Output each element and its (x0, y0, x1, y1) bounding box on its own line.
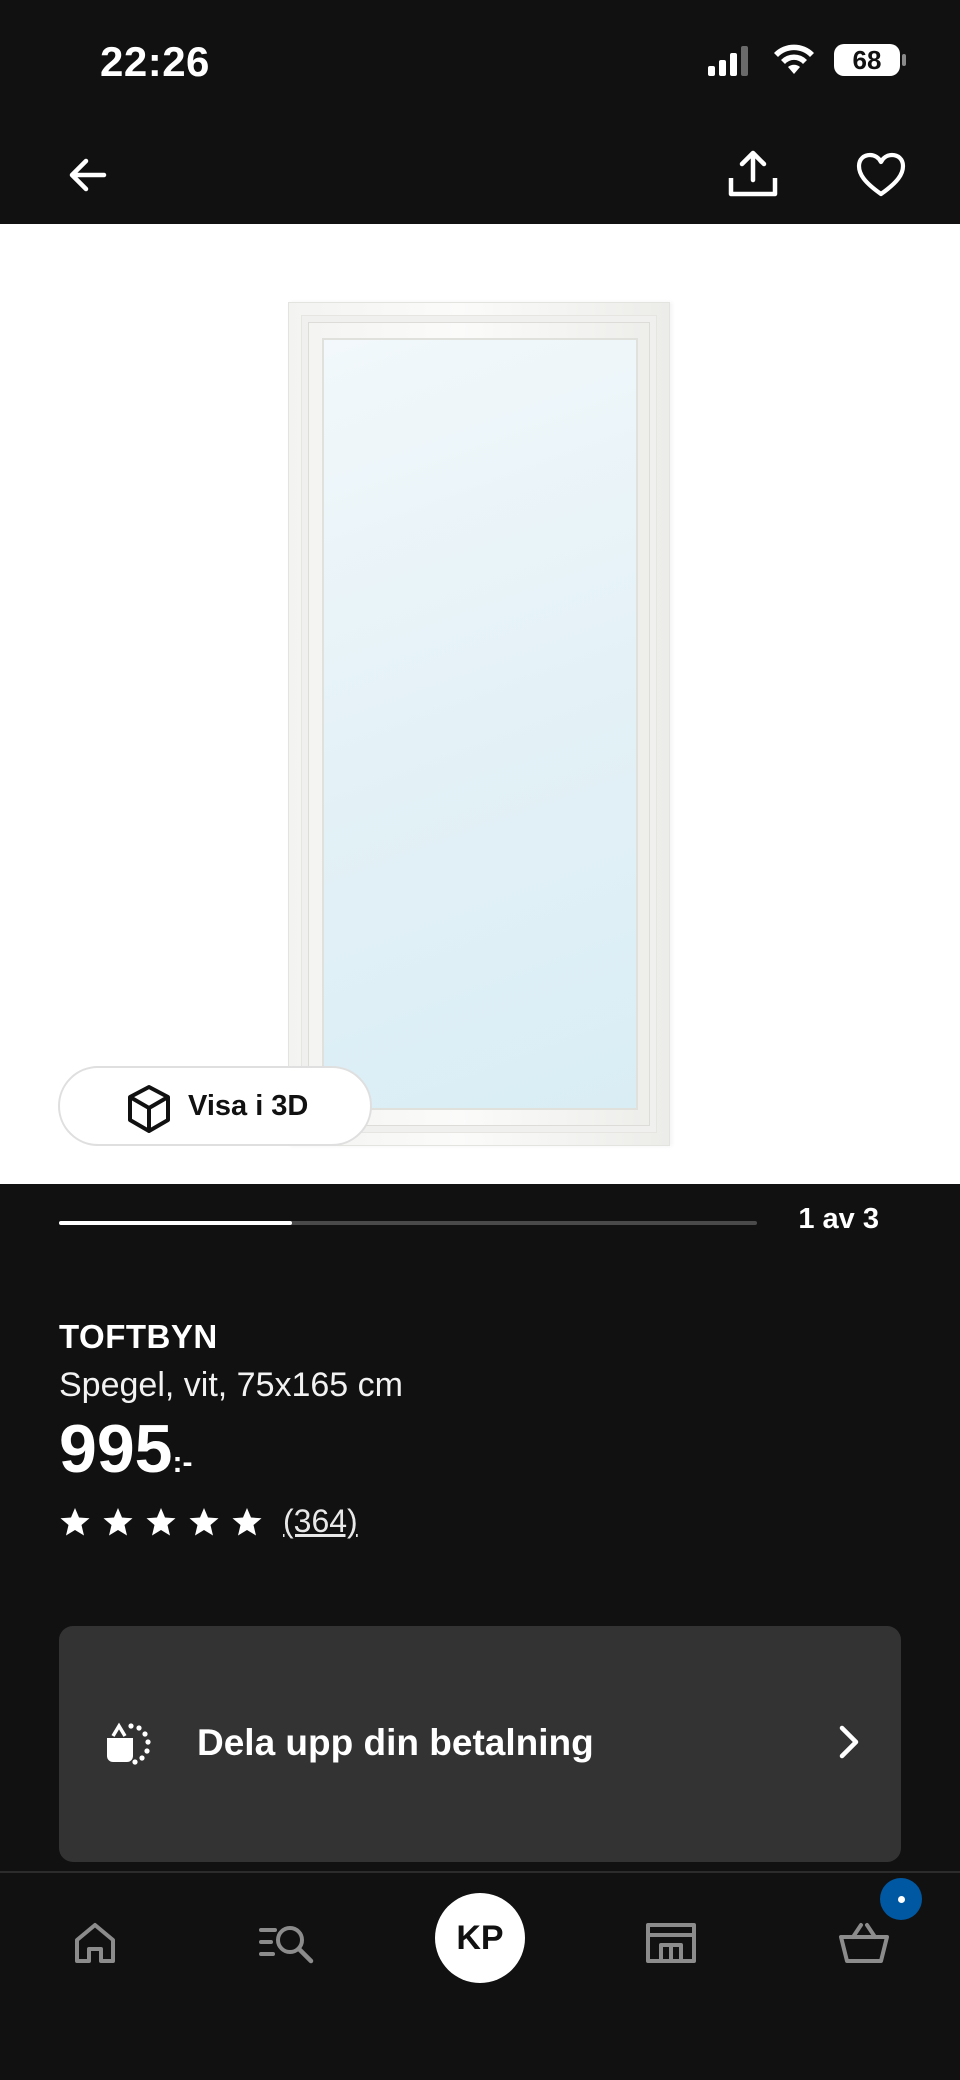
gallery-progress-fill (59, 1221, 292, 1225)
star-icon (60, 1507, 90, 1535)
share-icon (728, 150, 778, 197)
product-price: 995:- (59, 1415, 899, 1483)
cube-3d-icon (128, 1085, 170, 1133)
product-image (288, 302, 670, 1146)
bottom-navigation: KP (0, 1871, 960, 2080)
split-payment-card[interactable]: Dela upp din betalning (59, 1626, 901, 1862)
payment-split-icon (107, 1722, 151, 1765)
review-count-link[interactable]: (364) (283, 1503, 358, 1540)
rating-stars (59, 1506, 263, 1538)
battery-icon: 68 (834, 44, 906, 76)
status-bar: 22:26 68 (0, 0, 960, 125)
search-list-icon (259, 1926, 314, 1964)
profile-avatar[interactable]: KP (435, 1893, 525, 1983)
chevron-right-icon (839, 1725, 859, 1759)
view-3d-button[interactable]: Visa i 3D (58, 1066, 372, 1146)
share-button[interactable] (723, 145, 783, 205)
home-icon (75, 1923, 115, 1963)
nav-search[interactable] (247, 1903, 327, 1983)
product-name: TOFTBYN (59, 1318, 218, 1355)
back-arrow-icon (69, 158, 107, 192)
product-description: Spegel, vit, 75x165 cm (59, 1366, 403, 1404)
gallery-counter: 1 av 3 (798, 1203, 879, 1235)
rating-row[interactable]: (364) (59, 1503, 899, 1540)
status-icons: 68 (706, 44, 906, 76)
view-3d-label: Visa i 3D (188, 1089, 309, 1122)
star-icon (189, 1507, 219, 1535)
product-image-gallery[interactable]: Visa i 3D (0, 224, 960, 1184)
star-icon (232, 1507, 262, 1535)
price-value: 995 (59, 1411, 173, 1487)
mirror-glass (324, 340, 636, 1108)
star-icon (103, 1507, 133, 1535)
nav-store[interactable] (631, 1903, 711, 1983)
battery-percent: 68 (852, 44, 882, 75)
status-time: 22:26 (100, 38, 210, 85)
cart-icon (839, 1923, 889, 1963)
cart-badge (880, 1878, 922, 1920)
wifi-icon (774, 44, 814, 74)
split-payment-label: Dela upp din betalning (197, 1722, 594, 1763)
nav-home[interactable] (55, 1903, 135, 1983)
product-info: TOFTBYN Spegel, vit, 75x165 cm 995:- (36… (59, 1318, 899, 1540)
star-icon (146, 1507, 176, 1535)
back-button[interactable] (58, 145, 118, 205)
top-nav-bar (0, 125, 960, 224)
heart-icon (856, 152, 906, 197)
cellular-signal-icon (708, 46, 748, 76)
price-suffix: :- (172, 1446, 193, 1479)
store-icon (646, 1923, 696, 1963)
favorite-button[interactable] (851, 145, 911, 205)
gallery-progress-bar (59, 1221, 757, 1225)
